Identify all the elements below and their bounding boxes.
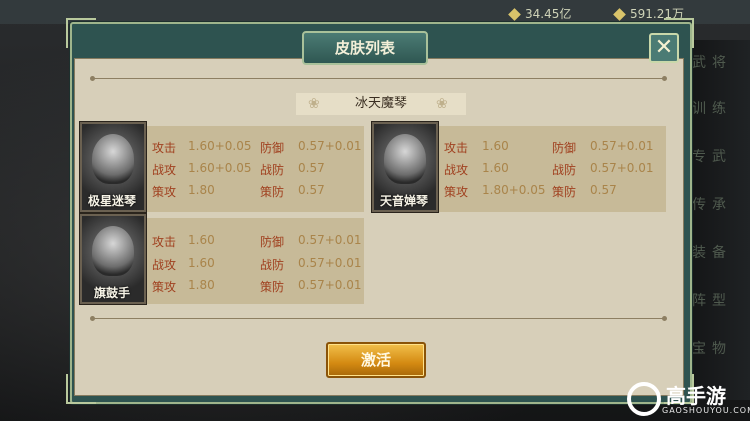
top-divider	[92, 78, 664, 79]
character-avatar	[92, 226, 134, 276]
stat-value: 0.57+0.01	[298, 139, 362, 153]
stat-label: 策防	[552, 185, 577, 199]
stat-value: 0.57+0.01	[298, 278, 362, 292]
stat-value: 0.57+0.01	[298, 256, 362, 270]
stat-value: 0.57	[298, 183, 325, 197]
side-tab-4[interactable]: 传承	[692, 194, 732, 214]
side-tab-6[interactable]: 阵型	[692, 290, 732, 310]
stat-label: 战攻	[152, 163, 177, 177]
side-tab-1[interactable]: 武将	[692, 52, 732, 72]
watermark-url: GAOSHOUYOU.COM	[662, 406, 750, 415]
stat-label: 攻击	[152, 235, 177, 249]
stat-value: 1.60	[188, 256, 215, 270]
stat-value: 1.80	[188, 278, 215, 292]
stat-label: 策防	[260, 185, 285, 199]
stat-label: 策攻	[444, 185, 469, 199]
stat-label: 策防	[260, 280, 285, 294]
side-tab-2[interactable]: 训练	[692, 98, 732, 118]
side-tab-3[interactable]: 专武	[692, 146, 732, 166]
bottom-divider	[92, 318, 664, 319]
stat-label: 战攻	[152, 258, 177, 272]
skin-name-2: 天音婵琴	[379, 194, 428, 208]
stat-label: 防御	[260, 235, 285, 249]
watermark-brand: 高手游	[666, 384, 726, 408]
stat-label: 战防	[260, 258, 285, 272]
stat-label: 策攻	[152, 280, 177, 294]
stat-value: 1.80+0.05	[482, 183, 546, 197]
stat-value: 1.60	[482, 139, 509, 153]
side-tab-7[interactable]: 宝物	[692, 338, 732, 358]
stat-label: 战攻	[444, 163, 469, 177]
stat-label: 战防	[260, 163, 285, 177]
stat-value: 0.57+0.01	[590, 139, 654, 153]
divider-dot	[662, 76, 667, 81]
diamond-icon	[613, 8, 626, 21]
stat-label: 攻击	[152, 141, 177, 155]
divider-dot	[90, 76, 95, 81]
stat-value: 0.57+0.01	[590, 161, 654, 175]
close-button[interactable]: ✕	[649, 33, 679, 63]
diamond-icon	[508, 8, 521, 21]
stat-value: 0.57	[590, 183, 617, 197]
stat-value: 1.60+0.05	[188, 161, 252, 175]
stat-label: 防御	[552, 141, 577, 155]
close-icon: ✕	[654, 35, 674, 60]
divider-dot	[90, 316, 95, 321]
gaoshouyou-logo-icon	[627, 382, 661, 416]
stat-label: 策攻	[152, 185, 177, 199]
stat-value: 0.57	[298, 161, 325, 175]
side-tab-5[interactable]: 装备	[692, 242, 732, 262]
frame-corner	[66, 18, 96, 48]
divider-dot	[662, 316, 667, 321]
group-title: 冰天魔琴	[354, 96, 407, 111]
character-avatar	[92, 134, 134, 184]
stat-label: 战防	[552, 163, 577, 177]
dialog-title: 皮肤列表	[334, 39, 395, 57]
resource-1: 34.45亿	[508, 5, 571, 22]
activate-button[interactable]: 激活	[326, 342, 426, 378]
stat-label: 防御	[260, 141, 285, 155]
stat-value: 1.60+0.05	[188, 139, 252, 153]
character-avatar	[384, 134, 426, 184]
stat-value: 1.60	[482, 161, 509, 175]
stat-value: 1.80	[188, 183, 215, 197]
stat-value: 1.60	[188, 233, 215, 247]
stat-value: 0.57+0.01	[298, 233, 362, 247]
skin-name-3: 旗鼓手	[93, 286, 130, 300]
skin-name-1: 极星迷琴	[87, 194, 136, 208]
stat-label: 攻击	[444, 141, 469, 155]
